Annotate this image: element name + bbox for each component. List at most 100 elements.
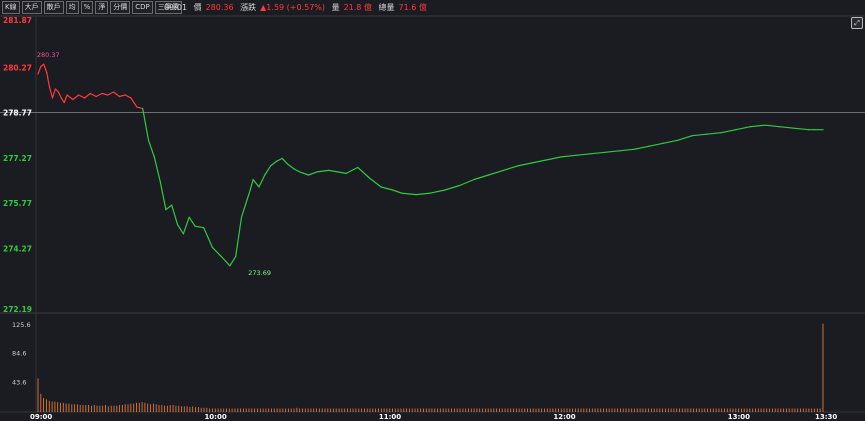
price-line-segment — [368, 177, 382, 188]
time-tick-label: 13:00 — [728, 413, 750, 421]
price-line-segment — [735, 126, 751, 131]
price-line-segment — [220, 255, 231, 267]
price-line-segment — [336, 171, 347, 174]
price-line-segment — [107, 91, 115, 96]
price-line-segment — [560, 154, 577, 158]
price-line-segment — [153, 156, 161, 182]
price-line-segment — [764, 124, 781, 128]
price-tick-label: 280.27 — [3, 63, 32, 72]
price-line-segment — [194, 225, 205, 229]
price-tick-label: 278.77 — [3, 109, 32, 118]
expand-icon[interactable]: ⤢ — [851, 17, 863, 29]
price-line-segment — [706, 132, 722, 135]
price-line-segment — [63, 94, 68, 104]
time-tick-label: 13:30 — [815, 413, 837, 421]
time-tick-label: 12:00 — [553, 413, 575, 421]
price-line-segment — [531, 159, 548, 164]
price-line-segment — [264, 165, 272, 176]
price-line-segment — [778, 126, 795, 129]
price-line-segment — [676, 135, 693, 141]
volume-tick-label: 43.6 — [12, 378, 26, 386]
price-line-segment — [293, 168, 301, 173]
price-line-segment — [89, 92, 97, 98]
price-line-segment — [400, 192, 417, 196]
low-label: 273.69 — [248, 269, 271, 277]
price-line-segment — [345, 166, 359, 174]
price-line-segment — [488, 169, 504, 176]
price-line-segment — [258, 174, 266, 188]
price-line-segment — [118, 94, 126, 98]
price-line-segment — [78, 94, 86, 99]
price-line-segment — [235, 216, 243, 257]
price-line-segment — [60, 97, 65, 104]
price-line-segment — [328, 169, 339, 173]
price-line-segment — [211, 246, 222, 257]
price-line-segment — [749, 124, 766, 128]
price-line-segment — [720, 129, 737, 134]
price-line-segment — [249, 178, 254, 191]
price-line-segment — [203, 227, 213, 248]
price-line-segment — [444, 184, 461, 191]
price-tick-label: 275.77 — [3, 199, 32, 208]
price-line-segment — [392, 189, 402, 194]
price-line-segment — [546, 156, 562, 161]
time-tick-label: 09:00 — [30, 413, 52, 421]
price-line-segment — [517, 162, 533, 167]
price-line-segment — [299, 171, 309, 176]
price-line-segment — [281, 157, 289, 165]
price-tick-label: 274.27 — [3, 244, 32, 253]
price-line-segment — [43, 63, 48, 74]
price-line-segment — [37, 65, 42, 75]
price-line-segment — [415, 192, 432, 196]
price-line-segment — [48, 86, 54, 99]
price-line-segment — [72, 94, 80, 101]
volume-tick-label: 84.6 — [12, 350, 26, 358]
price-line-segment — [633, 145, 650, 150]
high-label: 280.37 — [37, 51, 60, 59]
price-line-segment — [136, 106, 144, 110]
price-line-segment — [51, 88, 57, 99]
price-line-segment — [240, 198, 248, 218]
price-line-segment — [662, 139, 679, 144]
price-line-segment — [386, 187, 394, 191]
intraday-chart: 281.87 280.27 278.77 277.27 275.77 274.27 272.… — [0, 15, 865, 421]
price-line-segment — [57, 91, 62, 99]
price-line-segment — [130, 97, 138, 108]
price-line-segment — [357, 166, 370, 179]
price-line-segment — [142, 107, 150, 141]
price-line-segment — [101, 92, 109, 96]
price-line-segment — [46, 71, 51, 89]
price-line-segment — [54, 88, 60, 93]
price-line-segment — [691, 133, 708, 137]
price-line-segment — [429, 189, 446, 194]
price-line-segment — [252, 178, 260, 188]
price-line-segment — [793, 127, 810, 131]
price-line-segment — [316, 169, 330, 173]
price-line-segment — [647, 142, 664, 147]
time-tick-label: 10:00 — [204, 413, 226, 421]
price-line-segment — [188, 216, 196, 227]
price-line-segment — [270, 160, 277, 167]
price-line-segment — [459, 178, 475, 187]
volume-tick-label: 125.6 — [12, 321, 31, 329]
price-line-segment — [380, 186, 388, 190]
price-line-segment — [589, 151, 606, 155]
price-line-segment — [604, 150, 621, 153]
price-line-segment — [66, 94, 74, 101]
price-line-segment — [95, 92, 103, 98]
price-line-segment — [112, 91, 121, 98]
price-line-segment — [147, 139, 155, 158]
price-line-segment — [182, 216, 190, 235]
price-line-segment — [177, 224, 184, 235]
price-line-segment — [165, 204, 173, 211]
price-tick-label: 272.19 — [3, 305, 32, 314]
price-line-segment — [83, 92, 91, 99]
price-line-segment — [473, 174, 490, 181]
time-tick-label: 11:00 — [379, 413, 401, 421]
price-line-segment — [618, 148, 635, 152]
price-tick-label: 277.27 — [3, 154, 32, 163]
price-line-segment — [307, 171, 318, 176]
price-line-segment — [124, 94, 132, 99]
price-line-segment — [502, 165, 519, 171]
price-line-segment — [159, 180, 167, 211]
